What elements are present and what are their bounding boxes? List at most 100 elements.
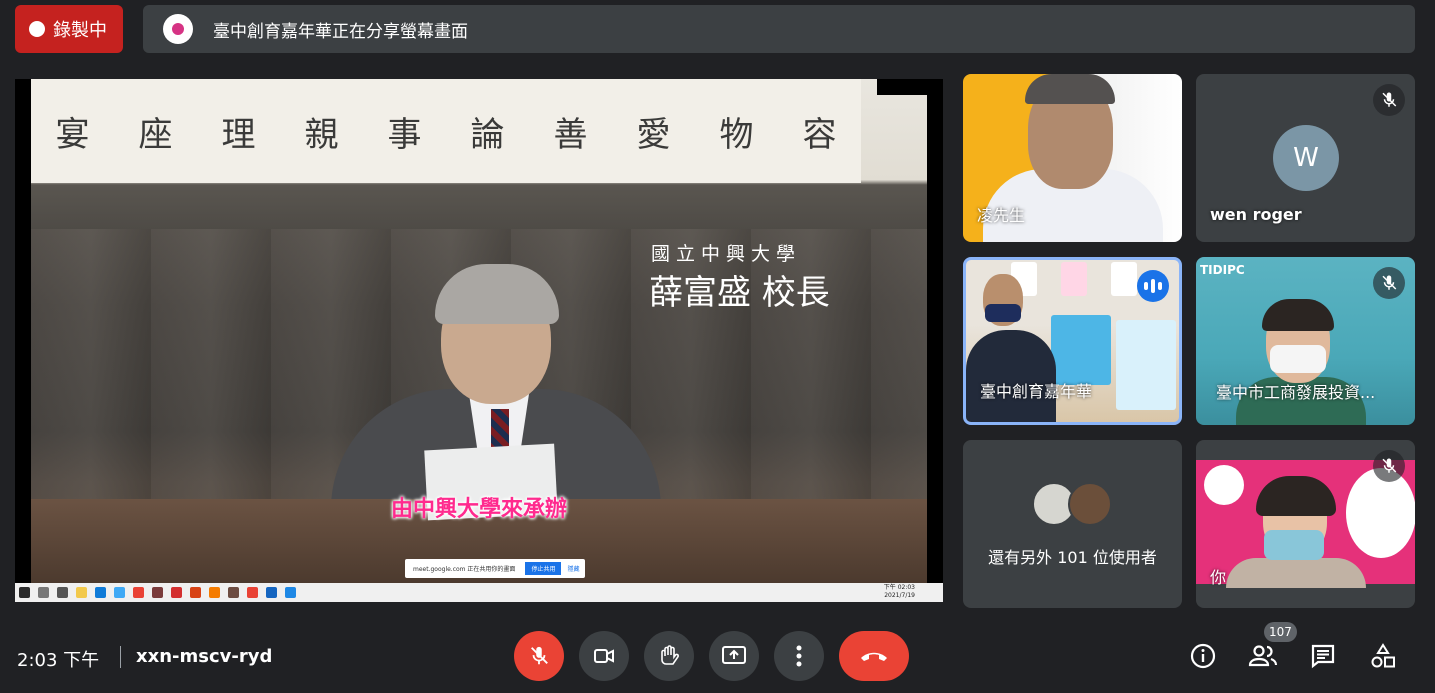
taskbar-date: 2021/7/19: [884, 592, 915, 599]
calligraphy-char: 宴: [55, 114, 90, 155]
windows-taskbar: 下午 02:03 2021/7/19: [15, 583, 943, 602]
more-options-button[interactable]: [774, 631, 824, 681]
edge-icon: [95, 587, 106, 598]
meeting-code[interactable]: xxn-mscv-ryd: [136, 646, 272, 667]
avatar: W: [1273, 125, 1339, 191]
recording-badge[interactable]: 錄製中: [15, 5, 123, 53]
app-icon: [266, 587, 277, 598]
participant-hair: [1025, 74, 1115, 104]
more-options-icon: [796, 645, 802, 667]
calligraphy-char: 事: [387, 114, 422, 155]
poster: [1061, 262, 1087, 296]
present-screen-button[interactable]: [709, 631, 759, 681]
people-icon: [1248, 645, 1278, 667]
participant-tile[interactable]: 凌先生: [963, 74, 1182, 242]
calligraphy-banner: 宴 座 理 親 事 論 善 愛 物 容: [31, 79, 861, 183]
presentation-stage[interactable]: 宴 座 理 親 事 論 善 愛 物 容 國立中興大學 薛富盛 校長 由中興大學來…: [15, 79, 943, 602]
calligraphy-char: 理: [221, 114, 256, 155]
participant-hair: [1262, 299, 1334, 331]
mic-off-icon: [1373, 84, 1405, 116]
activities-button[interactable]: [1363, 636, 1403, 676]
leave-call-button[interactable]: [839, 631, 909, 681]
shared-screen-video: 宴 座 理 親 事 論 善 愛 物 容 國立中興大學 薛富盛 校長 由中興大學來…: [31, 79, 927, 583]
stop-sharing-button[interactable]: 停止共用: [525, 562, 562, 575]
present-icon: [722, 646, 746, 664]
share-notice-text: meet.google.com 正在共用你的畫面: [413, 566, 516, 573]
mic-toggle-button[interactable]: [514, 631, 564, 681]
camera-toggle-button[interactable]: [579, 631, 629, 681]
more-participants-tile[interactable]: 還有另外 101 位使用者: [963, 440, 1182, 608]
participant-name: 凌先生: [977, 206, 1026, 225]
share-banner-text: 臺中創育嘉年華正在分享螢幕畫面: [213, 21, 468, 42]
hide-notice-button[interactable]: 隱藏: [567, 564, 579, 573]
folder-icon: [76, 587, 87, 598]
participant-mask: [1264, 530, 1324, 560]
app-icon: [190, 587, 201, 598]
search-icon: [38, 587, 49, 598]
people-button[interactable]: [1243, 636, 1283, 676]
org-logo: TIDIPC: [1200, 263, 1245, 277]
calligraphy-char: 善: [553, 114, 588, 155]
divider: [120, 646, 121, 668]
activities-icon: [1371, 643, 1395, 668]
self-view-tile[interactable]: 你: [1196, 440, 1415, 608]
background-graphic: [1346, 468, 1415, 558]
participant-tile[interactable]: TIDIPC 臺中市工商發展投資...: [1196, 257, 1415, 425]
background-graphic: [1204, 465, 1244, 505]
calligraphy-char: 物: [719, 114, 754, 155]
participant-tile[interactable]: W wen roger: [1196, 74, 1415, 242]
more-participants-label: 還有另外 101 位使用者: [988, 548, 1157, 567]
participant-mask: [1270, 345, 1326, 373]
speaking-icon: [1137, 270, 1169, 302]
app-icon: [228, 587, 239, 598]
participant-tile-active[interactable]: 臺中創育嘉年華: [963, 257, 1182, 425]
app-icon: [152, 587, 163, 598]
info-icon: [1190, 643, 1216, 669]
chat-button[interactable]: [1303, 636, 1343, 676]
poster: [1116, 320, 1176, 410]
chrome-icon: [133, 587, 144, 598]
poster: [1051, 315, 1111, 385]
calligraphy-char: 論: [470, 114, 505, 155]
meeting-details-button[interactable]: [1183, 636, 1223, 676]
app-icon: [285, 587, 296, 598]
recording-label: 錄製中: [53, 20, 107, 41]
avatar-stack: [1032, 482, 1112, 526]
participant-mask: [985, 304, 1021, 322]
bottom-bar: 2:03 下午 xxn-mscv-ryd 107: [0, 622, 1435, 693]
calligraphy-char: 親: [304, 114, 339, 155]
taskbar-clock: 下午 02:03 2021/7/19: [884, 584, 915, 600]
participant-name: wen roger: [1210, 205, 1302, 224]
speaker-name: 薛富盛 校長: [649, 273, 830, 313]
window-controls[interactable]: [877, 79, 943, 95]
camera-icon: [594, 649, 614, 663]
poster: [1111, 262, 1137, 296]
participant-body: [1226, 558, 1366, 588]
chrome-icon: [247, 587, 258, 598]
raise-hand-button[interactable]: [644, 631, 694, 681]
top-bar: 錄製中 臺中創育嘉年華正在分享螢幕畫面: [0, 0, 1435, 60]
chat-icon: [1311, 644, 1335, 669]
video-subtitle: 由中興大學來承辦: [391, 497, 568, 522]
calligraphy-char: 座: [138, 114, 173, 155]
mic-off-icon: [1373, 450, 1405, 482]
app-icon: [209, 587, 220, 598]
mic-off-icon: [531, 646, 548, 665]
avatar: [1068, 482, 1112, 526]
calligraphy-char: 容: [802, 114, 837, 155]
presenter-avatar: [163, 14, 193, 44]
record-dot-icon: [29, 21, 45, 37]
raise-hand-icon: [661, 645, 679, 665]
hangup-icon: [861, 652, 887, 661]
participant-name: 你: [1210, 568, 1227, 587]
participant-name: 臺中創育嘉年華: [980, 382, 1093, 401]
mic-off-icon: [1373, 267, 1405, 299]
task-view-icon: [57, 587, 68, 598]
calligraphy-char: 愛: [636, 114, 671, 155]
screen-share-banner: 臺中創育嘉年華正在分享螢幕畫面: [143, 5, 1415, 53]
participant-name: 臺中市工商發展投資...: [1216, 383, 1376, 402]
taskbar-time: 下午 02:03: [883, 584, 915, 591]
browser-icon: [114, 587, 125, 598]
meeting-clock: 2:03 下午: [17, 650, 100, 671]
speaker-organization: 國立中興大學: [651, 243, 802, 265]
